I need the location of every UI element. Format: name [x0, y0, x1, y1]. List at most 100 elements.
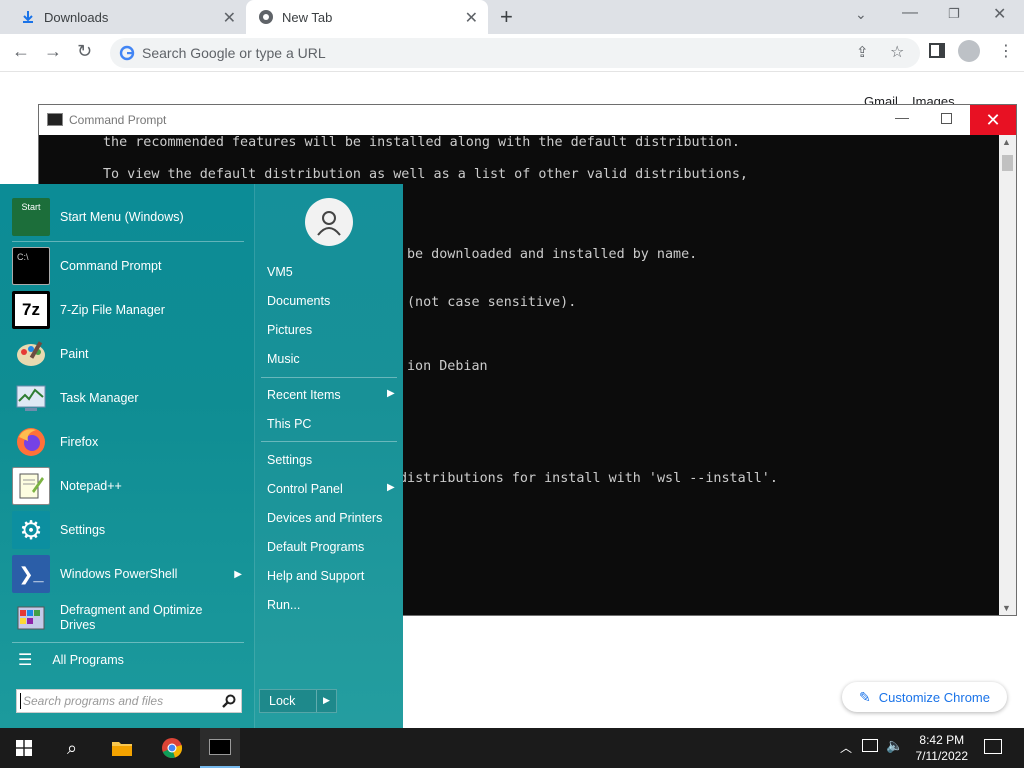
clock-date: 7/11/2022 — [915, 749, 969, 763]
place-item-settings[interactable]: Settings — [267, 453, 312, 467]
console-line: be downloaded and installed by name. — [407, 247, 698, 262]
pinned-app-command-prompt[interactable]: C:\ Command Prompt — [12, 245, 244, 287]
place-label: Recent Items — [267, 388, 341, 402]
pinned-app-firefox[interactable]: Firefox — [12, 421, 244, 463]
task-manager-icon — [12, 379, 50, 417]
show-hidden-icons-chevron[interactable]: ︿ — [840, 739, 852, 756]
tab-new-tab[interactable]: New Tab ✕ — [246, 0, 488, 34]
all-programs-label: All Programs — [52, 653, 124, 667]
console-line: (not case sensitive). — [407, 295, 577, 310]
cmd-icon: C:\ — [12, 247, 50, 285]
taskbar-search-icon[interactable]: ⌕ — [52, 728, 92, 768]
cmd-minimize-icon[interactable]: — — [895, 109, 909, 125]
pinned-app-windows-powershell[interactable]: ❯_ Windows PowerShell ▶ — [12, 553, 244, 595]
volume-icon[interactable]: 🔈 — [886, 737, 903, 754]
close-tab-icon[interactable]: ✕ — [223, 8, 236, 28]
list-icon: ☰ — [18, 652, 33, 669]
side-panel-icon[interactable] — [929, 43, 945, 58]
system-clock[interactable]: 8:42 PM 7/11/2022 — [916, 732, 969, 764]
divider — [261, 441, 397, 442]
cmd-window-icon — [47, 113, 63, 126]
forward-arrow-icon[interactable]: → — [44, 41, 62, 62]
cmd-title-bar[interactable]: Command Prompt — ✕ — [39, 105, 1016, 135]
file-explorer-icon[interactable] — [102, 728, 142, 768]
place-item-devices-printers[interactable]: Devices and Printers — [267, 511, 382, 525]
lock-button[interactable]: Lock ▶ — [259, 689, 337, 713]
place-item-user[interactable]: VM5 — [267, 265, 293, 279]
close-tab-icon[interactable]: ✕ — [465, 8, 478, 28]
pinned-app-7zip[interactable]: 7z 7-Zip File Manager — [12, 289, 244, 331]
share-icon[interactable]: ⇪ — [856, 43, 869, 61]
back-arrow-icon[interactable]: ← — [12, 41, 30, 62]
place-item-run[interactable]: Run... — [267, 598, 300, 612]
app-label: Firefox — [60, 435, 99, 449]
place-item-pictures[interactable]: Pictures — [267, 323, 312, 337]
windows-start-button[interactable] — [4, 728, 44, 768]
chrome-taskbar-icon[interactable] — [152, 728, 192, 768]
address-bar[interactable]: Search Google or type a URL ⇪ ☆ — [110, 38, 920, 68]
gear-icon: ⚙ — [12, 511, 50, 549]
tab-downloads[interactable]: Downloads ✕ — [8, 0, 246, 34]
app-label: Task Manager — [60, 391, 139, 405]
search-icon[interactable] — [222, 694, 236, 708]
reload-icon[interactable]: ↻ — [77, 41, 92, 62]
all-programs-button[interactable]: ☰ All Programs — [18, 648, 250, 672]
cmd-maximize-icon[interactable] — [941, 113, 952, 124]
console-line: distributions for install with 'wsl --in… — [399, 471, 778, 486]
start-menu-places-pane: VM5 Documents Pictures Music Recent Item… — [254, 184, 403, 728]
customize-chrome-button[interactable]: ✎ Customize Chrome — [842, 682, 1007, 712]
pinned-app-start-menu-windows[interactable]: Start Start Menu (Windows) — [12, 196, 244, 238]
browser-toolbar: ← → ↻ Search Google or type a URL ⇪ ☆ ⋮ — [0, 34, 1024, 72]
7zip-icon: 7z — [12, 291, 50, 329]
defrag-icon — [12, 599, 50, 637]
cmd-scrollbar[interactable]: ▲ ▼ — [999, 135, 1016, 615]
paint-icon — [12, 335, 50, 373]
place-item-default-programs[interactable]: Default Programs — [267, 540, 364, 554]
restore-icon[interactable]: ❐ — [948, 6, 960, 22]
customize-label: Customize Chrome — [878, 689, 990, 705]
tab-label: Downloads — [44, 9, 109, 25]
profile-avatar-icon[interactable] — [958, 40, 980, 62]
minimize-icon[interactable]: — — [902, 4, 918, 22]
close-window-icon[interactable]: ✕ — [993, 4, 1006, 24]
divider — [12, 642, 244, 643]
place-item-recent-items[interactable]: Recent Items ▶ — [267, 388, 397, 402]
app-label: Command Prompt — [60, 259, 162, 273]
download-icon — [23, 11, 33, 23]
address-bar-placeholder: Search Google or type a URL — [142, 45, 326, 61]
user-avatar-icon[interactable] — [305, 198, 353, 246]
app-label: Defragment and Optimize Drives — [60, 603, 203, 632]
text-caret — [20, 693, 21, 709]
kebab-menu-icon[interactable]: ⋮ — [998, 41, 1014, 61]
browser-tab-strip: Downloads ✕ New Tab ✕ + ⌄ — ❐ ✕ — [0, 0, 1024, 34]
cmd-taskbar-icon[interactable] — [200, 728, 240, 768]
bookmark-star-icon[interactable]: ☆ — [890, 42, 904, 62]
divider — [12, 241, 244, 242]
pinned-app-defragment[interactable]: Defragment and Optimize Drives — [12, 597, 244, 639]
console-line: ion Debian — [407, 359, 488, 374]
place-label: Control Panel — [267, 482, 343, 496]
windows-logo-icon — [16, 740, 32, 756]
cmd-close-button[interactable]: ✕ — [970, 105, 1016, 135]
place-item-control-panel[interactable]: Control Panel ▶ — [267, 482, 397, 496]
pinned-app-task-manager[interactable]: Task Manager — [12, 377, 244, 419]
power-options-arrow-icon[interactable]: ▶ — [323, 695, 330, 706]
start-search-input[interactable]: Search programs and files — [16, 689, 242, 713]
place-item-this-pc[interactable]: This PC — [267, 417, 311, 431]
cmd-title: Command Prompt — [69, 113, 167, 127]
taskbar: ⌕ ︿ 🔈 8:42 PM 7/11/2022 — [0, 728, 1024, 768]
powershell-icon: ❯_ — [12, 555, 50, 593]
place-item-help-support[interactable]: Help and Support — [267, 569, 364, 583]
app-label: Paint — [60, 347, 89, 361]
notification-center-icon[interactable] — [984, 739, 1002, 754]
new-tab-plus-icon[interactable]: + — [500, 4, 513, 30]
place-item-music[interactable]: Music — [267, 352, 300, 366]
place-item-documents[interactable]: Documents — [267, 294, 330, 308]
network-icon[interactable] — [862, 739, 878, 752]
submenu-arrow-icon: ▶ — [387, 482, 395, 493]
tab-search-chevron-icon[interactable]: ⌄ — [855, 6, 867, 23]
pinned-app-paint[interactable]: Paint — [12, 333, 244, 375]
tab-label: New Tab — [282, 9, 333, 25]
pinned-app-settings[interactable]: ⚙ Settings — [12, 509, 244, 551]
pinned-app-notepadpp[interactable]: Notepad++ — [12, 465, 244, 507]
